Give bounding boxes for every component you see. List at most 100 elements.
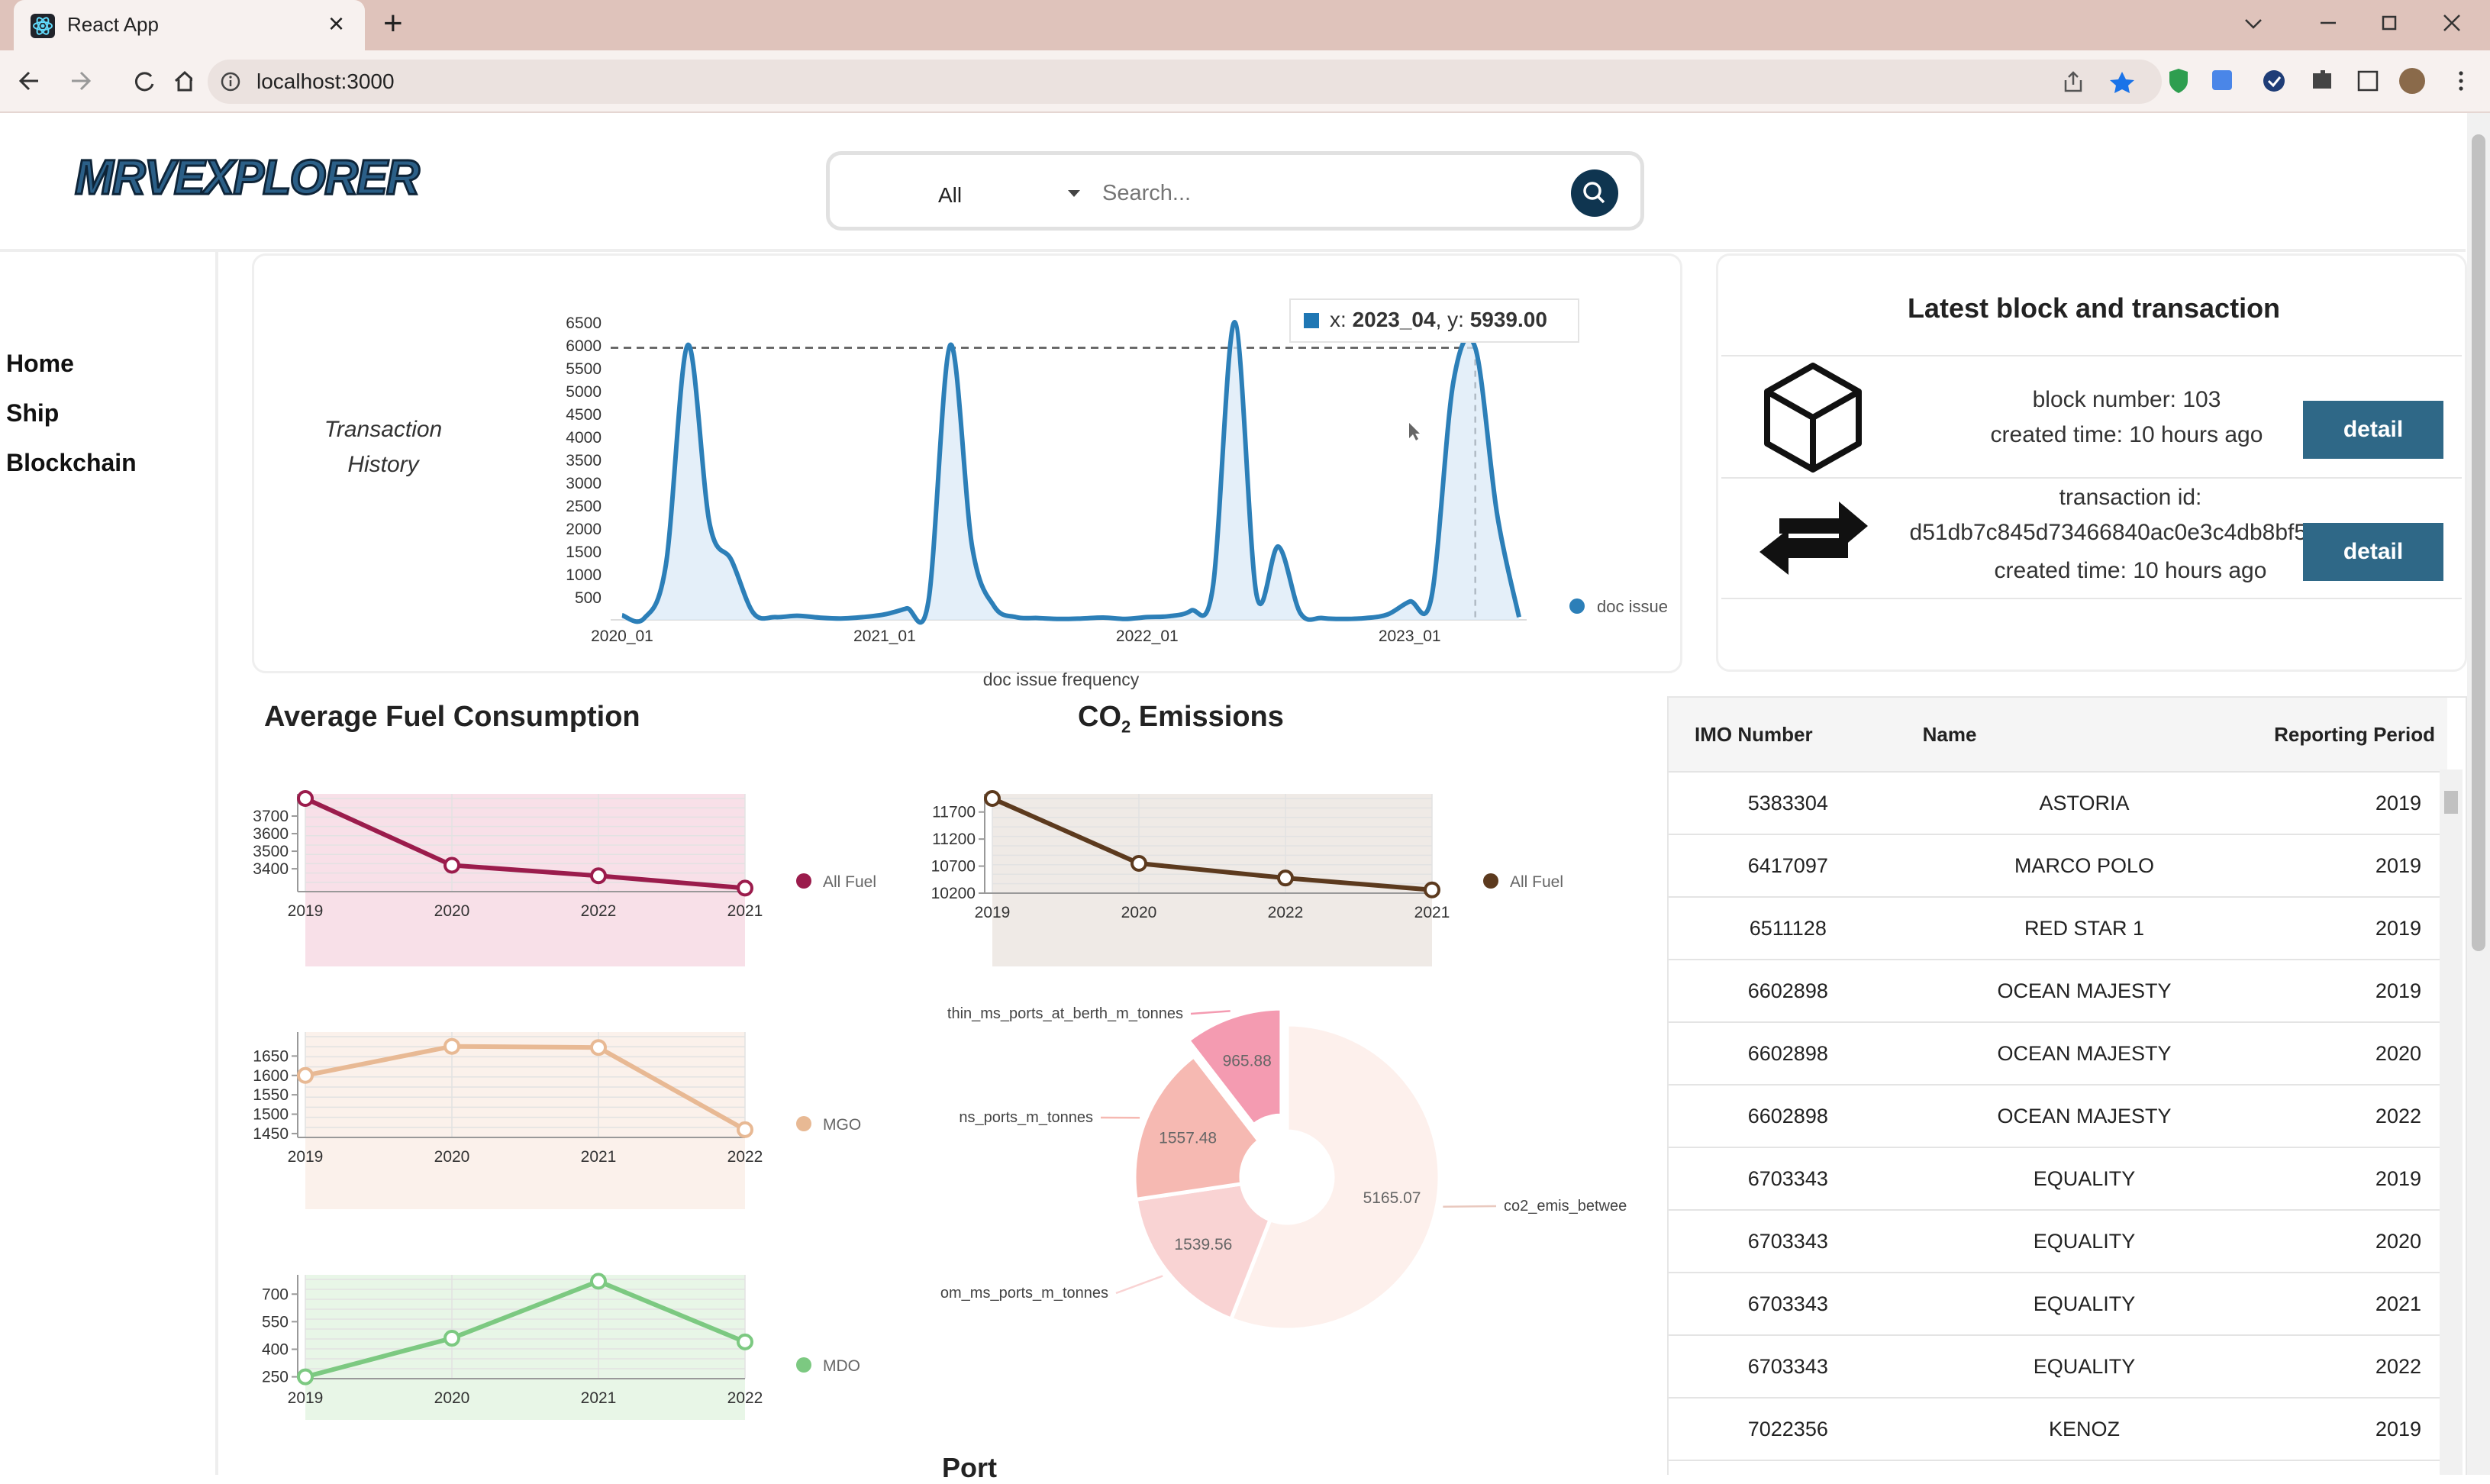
block-detail-button[interactable]: detail — [2303, 401, 2443, 459]
pie-slice-label: om_ms_ports_m_tonnes — [940, 1285, 1108, 1302]
browser-tab-bar — [0, 0, 2490, 50]
bookmark-star-icon — [2110, 72, 2134, 93]
caret-down-icon[interactable] — [1066, 189, 1082, 199]
search-scope-select[interactable]: All — [938, 183, 962, 208]
plot-background — [992, 794, 1432, 966]
restore-icon — [2383, 17, 2395, 29]
pie-slice-label: co2_emis_betwee — [1504, 1198, 1627, 1215]
table-row[interactable]: 6703343EQUALITY2019 — [1669, 1147, 2447, 1210]
table-row[interactable]: 6417097MARCO POLO2019 — [1669, 834, 2447, 897]
x-tick-label: 2020 — [434, 1389, 470, 1407]
transaction-label: transaction id: — [1871, 485, 2390, 511]
cell-ship-name: EQUALITY — [1862, 1147, 2216, 1210]
co2-pie-chart: 5165.07co2_emis_betwee1539.56om_ms_ports… — [931, 985, 1679, 1351]
col-header-imo[interactable]: IMO Number — [1669, 698, 1862, 772]
block-cube-icon — [1761, 358, 1865, 473]
data-point — [738, 1123, 752, 1137]
cell-imo-number: 6602898 — [1669, 1022, 1862, 1085]
avg-fuel-mdo-chart: 2019202020212022250400550700MDO — [244, 1263, 916, 1469]
cell-imo-number: 6703343 — [1669, 1273, 1862, 1335]
cell-ship-name: OCEAN MAJESTY — [1862, 960, 2216, 1022]
table-row[interactable]: 6602898OCEAN MAJESTY2022 — [1669, 1085, 2447, 1147]
sidebar-item-blockchain[interactable]: Blockchain — [6, 449, 137, 477]
plot-background — [305, 1275, 745, 1420]
table-row[interactable]: 6703343EQUALITY2021 — [1669, 1273, 2447, 1335]
y-tick-label: 6500 — [566, 315, 602, 332]
site-info-icon[interactable] — [220, 71, 241, 92]
x-tick-label: 2020_01 — [591, 627, 653, 645]
table-row[interactable]: 6602898OCEAN MAJESTY2020 — [1669, 1022, 2447, 1085]
table-row[interactable]: 6703343EQUALITY2022 — [1669, 1335, 2447, 1398]
browser-tab[interactable]: React App × — [14, 0, 365, 50]
x-tick-label: 2019 — [288, 1148, 324, 1166]
search-input[interactable] — [1101, 172, 1562, 215]
transaction-detail-button[interactable]: detail — [2303, 523, 2443, 581]
cell-imo-number: 5383304 — [1669, 772, 1862, 834]
latest-title: Latest block and transaction — [1718, 292, 2469, 324]
col-header-name[interactable]: Name — [1862, 698, 2216, 772]
col-header-reporting-period[interactable]: Reporting Period — [2215, 698, 2447, 772]
address-bar[interactable]: localhost:3000 — [208, 60, 2162, 104]
plot-background — [305, 1032, 745, 1209]
y-tick-label: 11700 — [932, 804, 976, 821]
legend-label: MGO — [823, 1116, 861, 1134]
puzzle-extension-icon — [2313, 70, 2331, 89]
data-point — [445, 1040, 459, 1053]
y-tick-label: 4500 — [566, 406, 602, 424]
search-button[interactable] — [1570, 169, 1619, 218]
sidebar-item-home[interactable]: Home — [6, 350, 74, 378]
x-tick-label: 2022_01 — [1116, 627, 1179, 645]
y-tick-label: 5500 — [566, 360, 602, 378]
table-row[interactable]: 7022356KENOZ2019 — [1669, 1398, 2447, 1460]
y-tick-label: 250 — [262, 1369, 289, 1386]
cell-imo-number: 6602898 — [1669, 1085, 1862, 1147]
x-axis-label: doc issue frequency — [983, 669, 1140, 689]
y-tick-label: 2000 — [566, 521, 602, 538]
y-tick-label: 10200 — [931, 885, 976, 902]
legend-label: MDO — [823, 1357, 860, 1375]
x-tick-label: 2021 — [581, 1148, 617, 1166]
co2-all-chart: 201920202022202110200107001120011700All … — [931, 779, 1603, 977]
table-row[interactable]: 6703343EQUALITY2020 — [1669, 1210, 2447, 1273]
data-point — [592, 869, 605, 882]
table-row[interactable]: 5383304ASTORIA2019 — [1669, 772, 2447, 834]
cell-reporting-period: 2019 — [2215, 1460, 2447, 1475]
search-box: All — [826, 151, 1644, 231]
y-tick-label: 5000 — [566, 383, 602, 401]
sidebar-item-ship[interactable]: Ship — [6, 399, 59, 427]
table-row[interactable]: 6511128RED STAR 12019 — [1669, 897, 2447, 960]
pie-leader-line — [1116, 1276, 1163, 1293]
transfer-arrows-icon — [1756, 492, 1871, 576]
legend-marker — [1569, 598, 1585, 614]
new-tab-icon[interactable]: + — [383, 5, 403, 43]
address-bar-actions — [2063, 69, 2146, 94]
table-scrollbar[interactable] — [2440, 769, 2463, 1475]
data-point — [738, 1335, 752, 1349]
divider — [1721, 355, 2462, 356]
co2-title: CO2 Emissions — [1078, 701, 1284, 737]
cell-imo-number: 7037806 — [1669, 1460, 1862, 1475]
cell-reporting-period: 2021 — [2215, 1273, 2447, 1335]
close-tab-icon[interactable]: × — [328, 8, 344, 40]
data-point — [445, 1331, 459, 1345]
cell-reporting-period: 2020 — [2215, 1210, 2447, 1273]
y-tick-label: 10700 — [931, 858, 976, 876]
legend-marker — [796, 1116, 811, 1131]
tooltip-text: x: 2023_04, y: 5939.00 — [1330, 308, 1547, 331]
avg-fuel-mgo-chart: 201920202021202214501500155016001650MGO — [244, 1020, 916, 1218]
page-scroll-thumb[interactable] — [2472, 134, 2485, 951]
pie-value-label: 1557.48 — [1159, 1130, 1217, 1147]
table-scroll-thumb[interactable] — [2444, 791, 2458, 814]
table-row[interactable]: 7037806IONIAN STAR2019 — [1669, 1460, 2447, 1475]
x-tick-label: 2021 — [727, 902, 763, 920]
cell-ship-name: MARCO POLO — [1862, 834, 2216, 897]
mrvexplorer-logo[interactable]: MRVEXPLORER — [72, 150, 423, 205]
legend-marker — [796, 873, 811, 889]
cell-reporting-period: 2019 — [2215, 1147, 2447, 1210]
cell-ship-name: EQUALITY — [1862, 1210, 2216, 1273]
divider — [1721, 598, 2462, 599]
x-tick-label: 2020 — [1121, 904, 1157, 921]
y-tick-label: 1000 — [566, 566, 602, 584]
pie-value-label: 965.88 — [1223, 1053, 1272, 1070]
table-row[interactable]: 6602898OCEAN MAJESTY2019 — [1669, 960, 2447, 1022]
